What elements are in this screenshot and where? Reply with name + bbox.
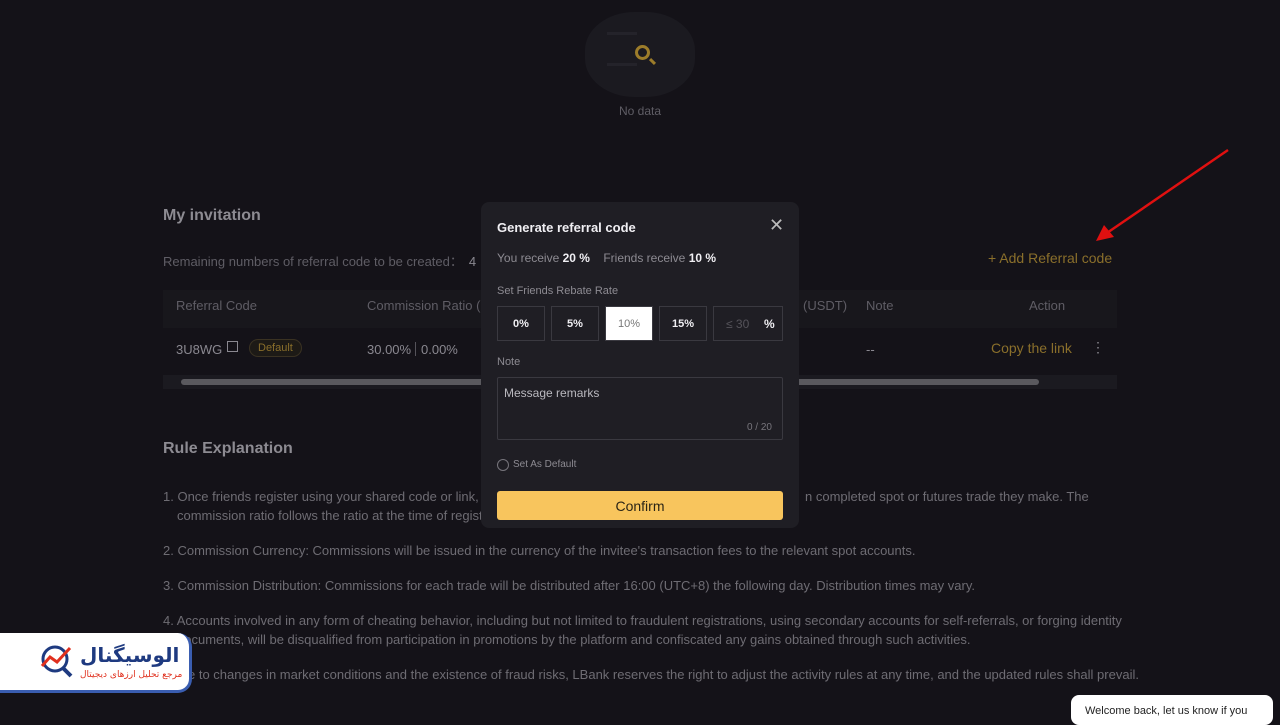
- rate-option-10[interactable]: 10%: [605, 306, 653, 341]
- copy-link-button[interactable]: Copy the link: [991, 340, 1072, 356]
- logo-subtitle: مرجع تحلیل ارزهای دیجیتال: [80, 670, 183, 680]
- rebate-rate-label: Set Friends Rebate Rate: [497, 285, 619, 297]
- copy-icon[interactable]: [227, 341, 238, 352]
- section-title: My invitation: [163, 207, 261, 224]
- search-icon: [635, 45, 650, 60]
- col-usdt: (USDT): [803, 298, 848, 313]
- receive-summary: You receive 20 % Friends receive 10 %: [497, 251, 717, 265]
- note-label: Note: [497, 356, 521, 368]
- col-referral-code: Referral Code: [176, 298, 257, 313]
- remaining-count-label: Remaining numbers of referral code to be…: [163, 254, 477, 269]
- logo-text: الوسیگنال: [80, 643, 180, 667]
- referral-code: 3U8WG: [176, 342, 223, 357]
- annotation-arrow: [1096, 148, 1229, 241]
- set-default-label: Set As Default: [513, 459, 577, 470]
- more-icon[interactable]: ⋮: [1091, 339, 1105, 356]
- rule-3: 3. Commission Distribution: Commissions …: [163, 578, 975, 593]
- default-badge: Default: [249, 339, 302, 357]
- rule-1a: 1. Once friends register using your shar…: [163, 489, 490, 504]
- logo-chart-icon: [40, 645, 73, 678]
- commission-ratio-friend: 0.00%: [421, 342, 458, 357]
- rule-1b: n completed spot or futures trade they m…: [805, 489, 1089, 504]
- rule-5: e to changes in market conditions and th…: [188, 667, 1139, 682]
- rate-option-0[interactable]: 0%: [497, 306, 545, 341]
- rule-1c: commission ratio follows the ratio at th…: [177, 508, 483, 523]
- set-default-radio[interactable]: [497, 459, 509, 471]
- col-commission-ratio: Commission Ratio (M: [367, 298, 492, 313]
- note-value: --: [866, 342, 875, 357]
- commission-ratio: 30.00%: [367, 342, 412, 357]
- custom-rate-input[interactable]: ≤ 30 %: [713, 306, 783, 341]
- divider: [415, 342, 416, 356]
- chat-widget-message[interactable]: Welcome back, let us know if you: [1071, 695, 1273, 725]
- watermark-logo: الوسیگنال مرجع تحلیل ارزهای دیجیتال: [0, 633, 192, 693]
- rules-title: Rule Explanation: [163, 440, 293, 457]
- generate-referral-modal: Generate referral code ✕ You receive 20 …: [481, 202, 799, 528]
- col-action: Action: [1029, 298, 1066, 313]
- remaining-count: 4: [468, 254, 477, 269]
- rule-4: 4. Accounts involved in any form of chea…: [163, 613, 1122, 628]
- confirm-button[interactable]: Confirm: [497, 491, 783, 520]
- note-counter: 0 / 20: [746, 422, 772, 433]
- close-icon[interactable]: ✕: [769, 215, 784, 236]
- rule-4b: documents, will be disqualified from par…: [177, 632, 971, 647]
- col-note: Note: [866, 298, 894, 313]
- rate-option-15[interactable]: 15%: [659, 306, 707, 341]
- modal-title: Generate referral code: [497, 220, 636, 235]
- no-data-text: No data: [618, 104, 662, 118]
- note-textarea[interactable]: Message remarks 0 / 20: [497, 377, 783, 440]
- add-referral-code-button[interactable]: + Add Referral code: [988, 250, 1112, 266]
- rule-2: 2. Commission Currency: Commissions will…: [163, 543, 916, 558]
- rate-option-5[interactable]: 5%: [551, 306, 599, 341]
- no-data-illustration: [585, 12, 695, 97]
